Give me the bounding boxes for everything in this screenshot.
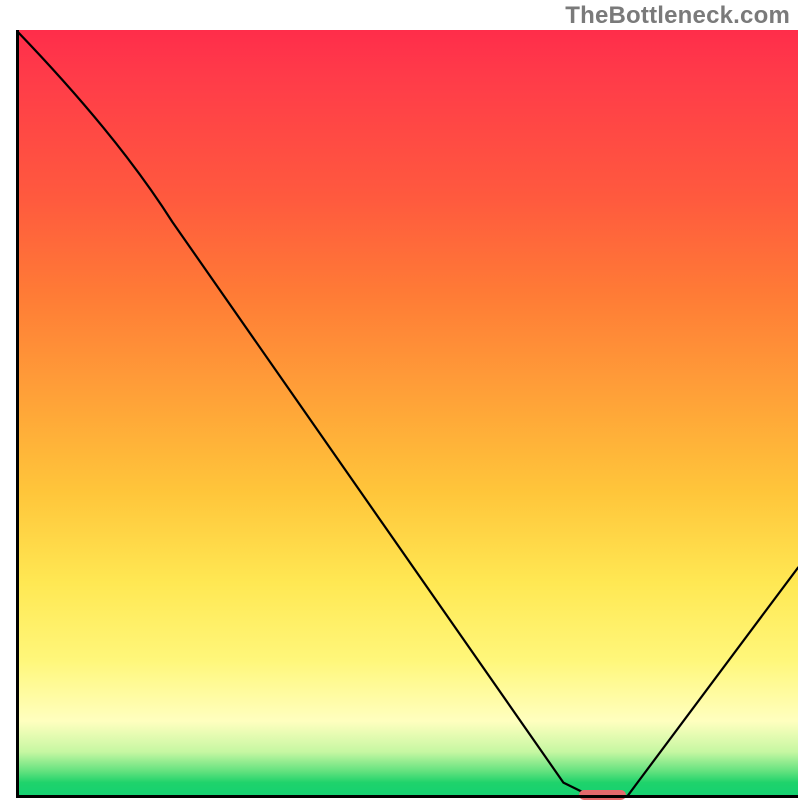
bottleneck-curve	[16, 30, 798, 798]
chart-stage: TheBottleneck.com	[0, 0, 800, 800]
plot-area	[16, 30, 798, 798]
x-axis	[16, 795, 798, 798]
y-axis	[16, 30, 19, 798]
watermark-text: TheBottleneck.com	[565, 2, 790, 30]
curve-path	[16, 30, 798, 798]
